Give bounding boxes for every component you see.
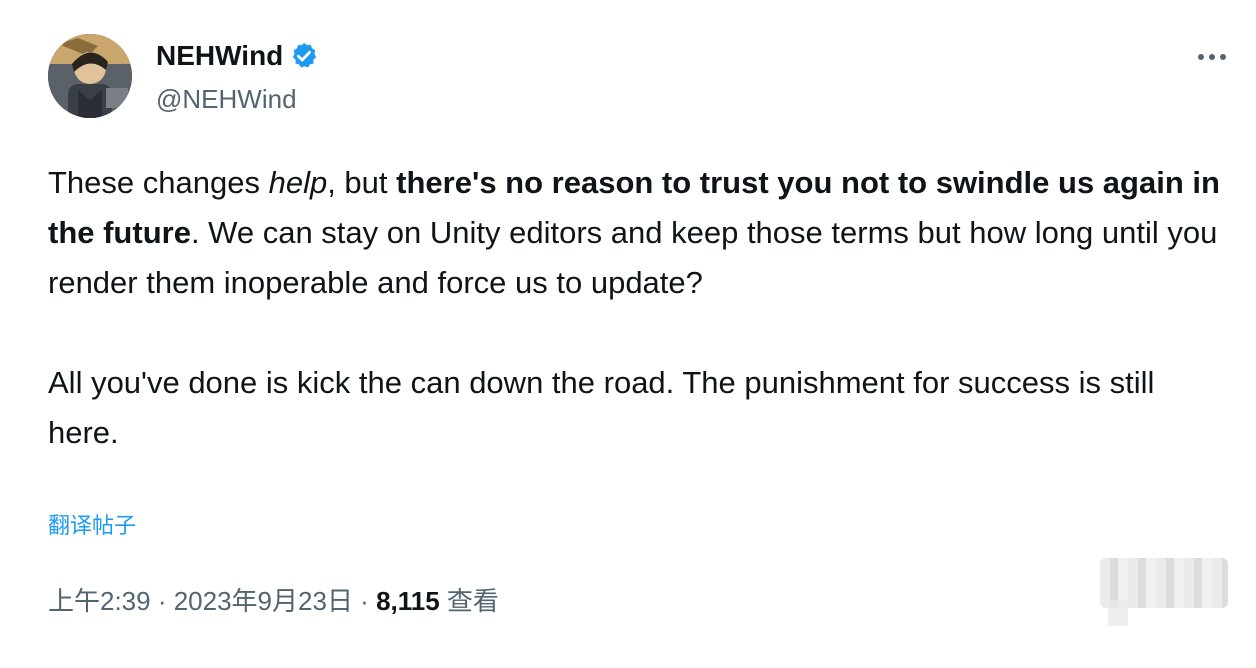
meta-separator: · — [352, 586, 377, 616]
views-count: 8,115 — [376, 586, 440, 616]
tweet-date[interactable]: 2023年9月23日 — [174, 586, 353, 616]
author-name-row: NEHWind — [156, 38, 319, 74]
tweet-paragraph-1: These changes help, but there's no reaso… — [48, 158, 1228, 308]
watermark-blur — [1108, 600, 1128, 626]
tweet-text-segment: These changes — [48, 165, 269, 200]
tweet-card: NEHWind @NEHWind These changes help, but… — [0, 0, 1256, 668]
tweet-time[interactable]: 上午2:39 — [48, 586, 151, 616]
tweet-text-segment: . We can stay on Unity editors and keep … — [48, 215, 1218, 300]
views-label: 查看 — [439, 586, 499, 616]
more-options-button[interactable] — [1190, 40, 1234, 74]
tweet-text: These changes help, but there's no reaso… — [48, 158, 1228, 458]
tweet-meta: 上午2:39 · 2023年9月23日 · 8,115 查看 — [48, 583, 499, 619]
tweet-text-segment: , but — [327, 165, 397, 200]
author-display-name[interactable]: NEHWind — [156, 38, 283, 74]
tweet-paragraph-2: All you've done is kick the can down the… — [48, 365, 1155, 450]
avatar[interactable] — [48, 34, 132, 118]
tweet-text-italic: help — [268, 165, 328, 200]
meta-separator: · — [150, 586, 174, 616]
translate-post-link[interactable]: 翻译帖子 — [48, 510, 136, 542]
avatar-image — [48, 34, 132, 118]
verified-badge-icon[interactable] — [289, 41, 319, 71]
author-handle[interactable]: @NEHWind — [156, 82, 297, 116]
more-horizontal-icon — [1198, 54, 1226, 60]
